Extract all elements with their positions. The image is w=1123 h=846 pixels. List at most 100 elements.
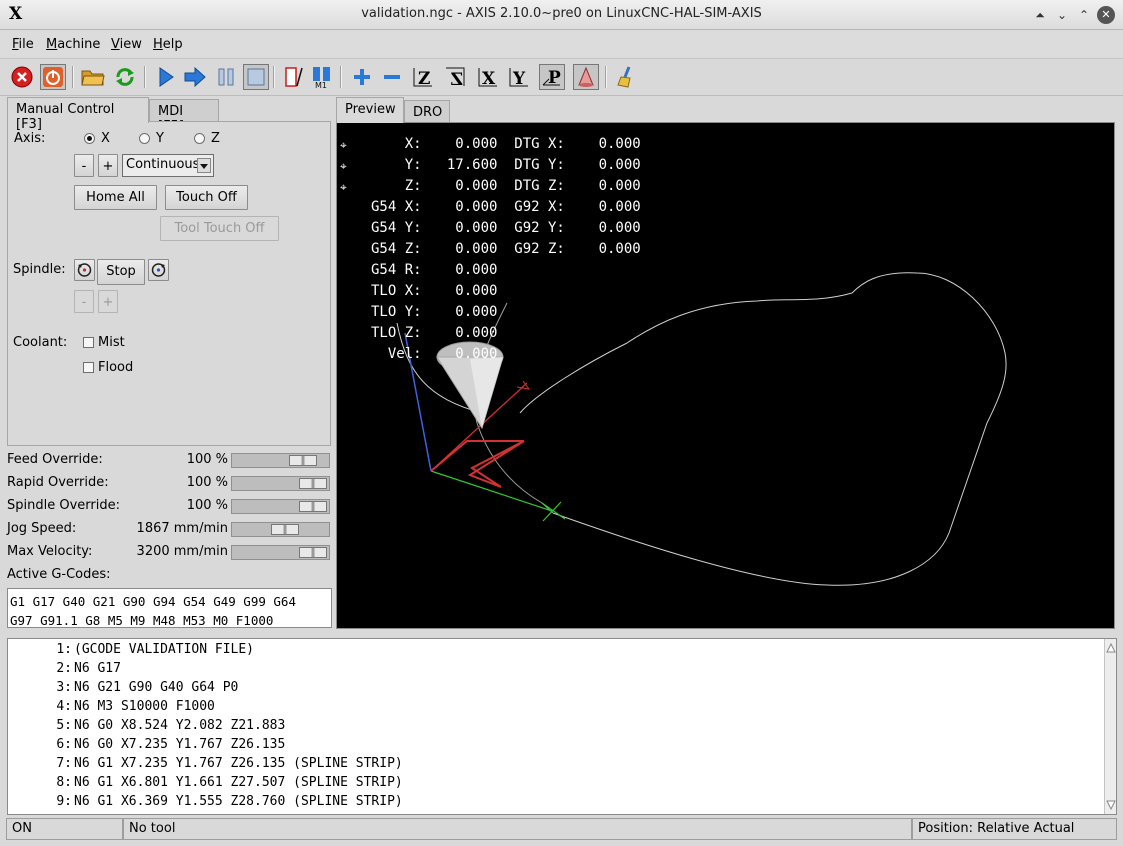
clear-plot-button[interactable]	[614, 64, 640, 90]
scroll-up-icon	[1106, 642, 1116, 653]
dro-line: Y: 17.600 DTG Y: 0.000	[371, 157, 641, 173]
estop-button[interactable]	[9, 64, 35, 90]
view-z2-button[interactable]: Z	[442, 64, 468, 90]
program-line[interactable]: 8: N6 G1 X6.801 Y1.661 Z27.507 (SPLINE ST…	[8, 775, 1098, 794]
slider-handle[interactable]	[299, 501, 327, 512]
optional-stop-button[interactable]: M1	[309, 64, 335, 90]
slider-handle[interactable]	[299, 547, 327, 558]
active-gcodes-label: Active G-Codes:	[7, 567, 111, 582]
line-text: N6 G21 G90 G40 G64 P0	[74, 680, 239, 695]
slider-handle[interactable]	[299, 478, 327, 489]
block-delete-button[interactable]	[281, 64, 307, 90]
tool-touch-off-button[interactable]: Tool Touch Off	[160, 216, 279, 241]
override-slider[interactable]	[231, 545, 330, 560]
mist-checkbox[interactable]	[83, 337, 94, 348]
zoom-in-button[interactable]	[349, 64, 375, 90]
program-line[interactable]: 4: N6 M3 S10000 F1000	[8, 699, 1098, 718]
view-z-button[interactable]: Z	[410, 64, 436, 90]
program-line[interactable]: 2: N6 G17	[8, 661, 1098, 680]
slider-label: Max Velocity:	[7, 544, 93, 559]
open-file-button[interactable]	[80, 64, 106, 90]
view-y-button[interactable]: Y	[506, 64, 532, 90]
axis-z-radio[interactable]	[194, 133, 205, 144]
flood-checkbox[interactable]	[83, 362, 94, 373]
toolbar-separator	[273, 66, 275, 88]
tab-dro[interactable]: DRO	[404, 100, 450, 122]
toolbar-separator	[340, 66, 342, 88]
tab-manual-control[interactable]: Manual Control [F3]	[7, 97, 149, 132]
jog-minus-button[interactable]: -	[74, 154, 94, 177]
tab-mdi[interactable]: MDI [F5]	[149, 99, 219, 134]
program-listing[interactable]: 1: (GCODE VALIDATION FILE) 2: N6 G17 3: N6 G2…	[7, 638, 1117, 815]
view-x-button[interactable]: X	[475, 64, 501, 90]
spindle-stop-button[interactable]: Stop	[97, 259, 145, 285]
toolpath-preview[interactable]: ⌖ ⌖ ⌖ X: 0.000 DTG X: 0.000 Y: 17.600 DT…	[336, 122, 1115, 629]
pause-button[interactable]	[213, 64, 239, 90]
jog-plus-button[interactable]: +	[98, 154, 118, 177]
menu-file[interactable]: File	[12, 37, 34, 52]
view-p-button[interactable]: P	[539, 64, 565, 90]
dro-line: G54 Z: 0.000 G92 Z: 0.000	[371, 241, 641, 257]
svg-text:Y: Y	[512, 69, 526, 89]
program-line[interactable]: 9: N6 G1 X6.369 Y1.555 Z28.760 (SPLINE ST…	[8, 794, 1098, 813]
toolbar-separator	[605, 66, 607, 88]
active-gcodes-line: G97 G91.1 G8 M5 M9 M48 M53 M0 F1000	[10, 613, 274, 628]
title-bar: X validation.ngc - AXIS 2.10.0~pre0 on L…	[0, 0, 1123, 30]
x-axis-arrow	[516, 380, 531, 390]
spindle-slower-button[interactable]: -	[74, 290, 94, 313]
zoom-out-icon	[384, 75, 400, 79]
zoom-in-icon	[354, 69, 370, 85]
jog-increment-select[interactable]: Continuous	[122, 154, 214, 177]
override-slider[interactable]	[231, 522, 330, 537]
program-line[interactable]: 5: N6 G0 X8.524 Y2.082 Z21.883	[8, 718, 1098, 737]
line-text: N6 G17	[74, 661, 121, 676]
toolbar: M1 Z Z X Y P	[0, 60, 1123, 96]
zoom-out-button[interactable]	[379, 64, 405, 90]
stop-button[interactable]	[243, 64, 269, 90]
line-text: N6 G1 X7.235 Y1.767 Z26.135 (SPLINE STRI…	[74, 756, 403, 771]
program-line[interactable]: 3: N6 G21 G90 G40 G64 P0	[8, 680, 1098, 699]
cone-icon	[578, 66, 594, 87]
shade-icon[interactable]: ⏶	[1031, 6, 1049, 24]
menu-view[interactable]: View	[111, 37, 142, 52]
home-all-button[interactable]: Home All	[74, 185, 157, 210]
override-slider[interactable]	[231, 499, 330, 514]
axis-x-radio[interactable]	[84, 133, 95, 144]
menu-help[interactable]: Help	[153, 37, 183, 52]
program-line[interactable]: 1: (GCODE VALIDATION FILE)	[8, 642, 1098, 661]
slider-handle[interactable]	[271, 524, 299, 535]
program-line[interactable]: 7: N6 G1 X7.235 Y1.767 Z26.135 (SPLINE ST…	[8, 756, 1098, 775]
step-button[interactable]	[182, 64, 208, 90]
dro-line: Vel: 0.000	[371, 346, 498, 362]
jog-increment-value: Continuous	[126, 157, 200, 172]
rotate-view-button[interactable]	[573, 64, 599, 90]
slider-value: 100 %	[186, 475, 228, 490]
program-line[interactable]: 6: N6 G0 X7.235 Y1.767 Z26.135	[8, 737, 1098, 756]
view-z2-icon: Z	[446, 67, 465, 89]
close-window-icon[interactable]: ✕	[1097, 6, 1115, 24]
tab-preview[interactable]: Preview	[336, 97, 404, 123]
dro-line: TLO Z: 0.000	[371, 325, 498, 341]
minimize-icon[interactable]: ⌄	[1053, 6, 1071, 24]
maximize-icon[interactable]: ⌃	[1075, 6, 1093, 24]
slider-handle[interactable]	[289, 455, 317, 466]
line-text: N6 G1 X6.369 Y1.555 Z28.760 (SPLINE STRI…	[74, 794, 403, 809]
spindle-faster-button[interactable]: +	[98, 290, 118, 313]
spindle-reverse-button[interactable]	[74, 259, 95, 281]
axis-y-radio[interactable]	[139, 133, 150, 144]
position-status: Position: Relative Actual	[912, 818, 1117, 840]
listing-scrollbar[interactable]	[1104, 639, 1116, 814]
run-button[interactable]	[153, 64, 179, 90]
broom-icon	[617, 66, 631, 88]
home-marker-icon: ⌖	[340, 180, 347, 194]
power-button[interactable]	[40, 64, 66, 90]
override-slider[interactable]	[231, 453, 330, 468]
touch-off-button[interactable]: Touch Off	[165, 185, 248, 210]
override-slider[interactable]	[231, 476, 330, 491]
line-text: N6 G1 X6.801 Y1.661 Z27.507 (SPLINE STRI…	[74, 775, 403, 790]
dro-line: X: 0.000 DTG X: 0.000	[371, 136, 641, 152]
reload-button[interactable]	[112, 64, 138, 90]
menu-machine[interactable]: Machine	[46, 37, 100, 52]
spindle-forward-button[interactable]	[148, 259, 169, 281]
slider-value: 1867 mm/min	[136, 521, 228, 536]
